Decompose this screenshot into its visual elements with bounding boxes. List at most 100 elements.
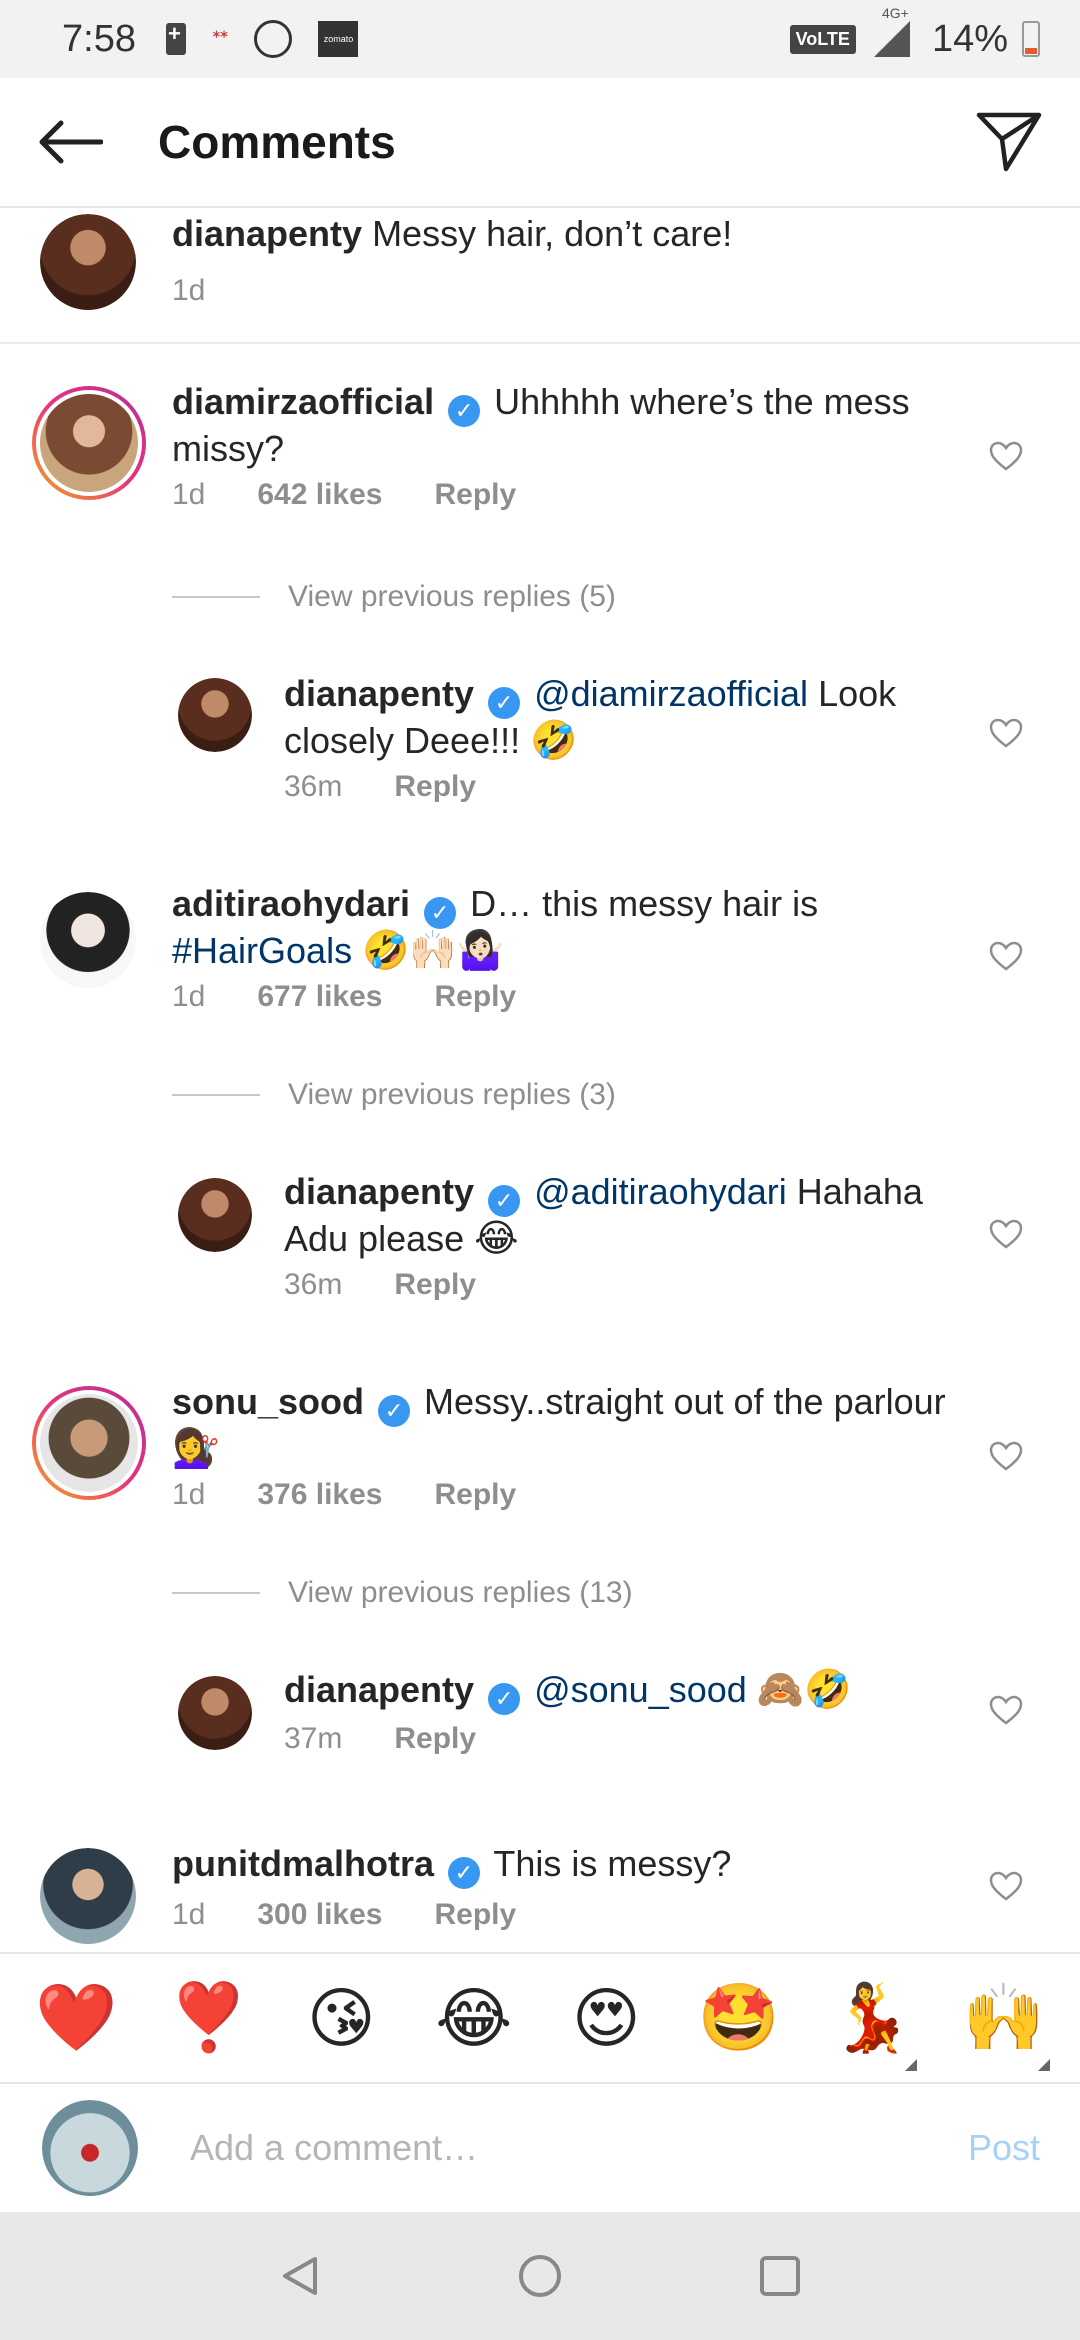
comment-composer: Post [0, 2082, 1080, 2212]
quick-reactions-bar: ❤️ ❣️ 😘 😂 😍 🤩 💃 🙌 [0, 1952, 1080, 2082]
reaction-heart-exclamation[interactable]: ❣️ [159, 1979, 259, 2057]
like-button[interactable] [986, 936, 1026, 976]
reply-mention[interactable]: @aditiraohydari [534, 1171, 787, 1212]
back-button[interactable] [20, 92, 120, 192]
comment-meta: 1d 300 likes Reply [172, 1898, 516, 1932]
comment-likes[interactable]: 300 likes [257, 1898, 382, 1932]
reply-text: dianapenty ✓ @sonu_sood 🙈🤣 [284, 1668, 964, 1715]
avatar[interactable] [178, 678, 252, 752]
page-title: Comments [158, 116, 396, 168]
comment-body: D… this messy hair is [470, 883, 819, 924]
avatar-story[interactable] [32, 1386, 146, 1500]
reaction-heart[interactable]: ❤️ [26, 1979, 126, 2057]
reply-button[interactable]: Reply [394, 770, 476, 804]
nav-back-button[interactable] [270, 2246, 330, 2306]
caption-divider [0, 342, 1080, 344]
reply-mention[interactable]: @sonu_sood [534, 1669, 747, 1710]
like-button[interactable] [986, 1690, 1026, 1730]
reply-button[interactable]: Reply [435, 1898, 517, 1932]
reaction-raised-hands[interactable]: 🙌 [954, 1979, 1054, 2071]
heart-outline-icon [989, 1695, 1023, 1725]
reaction-star-struck[interactable]: 🤩 [689, 1979, 789, 2057]
comment-meta: 1d 642 likes Reply [172, 478, 516, 512]
comment-emoji: 🤣🙌🏻🤷🏻‍♀️ [362, 930, 505, 972]
reply-button[interactable]: Reply [435, 1478, 517, 1512]
avatar[interactable] [40, 892, 136, 988]
nav-recents-button[interactable] [750, 2246, 810, 2306]
reply-button[interactable]: Reply [435, 478, 517, 512]
reply-button[interactable]: Reply [394, 1268, 476, 1302]
avatar-story[interactable] [32, 386, 146, 500]
view-previous-replies[interactable]: View previous replies (3) [172, 1078, 616, 1112]
like-button[interactable] [986, 1436, 1026, 1476]
heart-outline-icon [989, 1219, 1023, 1249]
comment-meta: 1d [172, 274, 205, 308]
reply-meta: 37m Reply [284, 1722, 476, 1756]
comment-meta: 1d 376 likes Reply [172, 1478, 516, 1512]
reply-username[interactable]: dianapenty [284, 673, 474, 714]
comment-likes[interactable]: 642 likes [257, 478, 382, 512]
reply-button[interactable]: Reply [435, 980, 517, 1014]
reply-mention[interactable]: @diamirzaofficial [534, 673, 808, 714]
post-button[interactable]: Post [968, 2127, 1040, 2169]
status-time: 7:58 [62, 17, 136, 60]
like-button[interactable] [986, 1866, 1026, 1906]
comment-username[interactable]: sonu_sood [172, 1381, 364, 1422]
reply-time: 37m [284, 1722, 343, 1755]
reaction-heart-eyes[interactable]: 😍 [556, 1980, 656, 2057]
like-button[interactable] [986, 713, 1026, 753]
comment-text: punitdmalhotra ✓ This is messy? [172, 1842, 952, 1889]
replies-line [172, 1094, 260, 1096]
comment-hashtag[interactable]: #HairGoals [172, 930, 352, 971]
heart-outline-icon [989, 441, 1023, 471]
comment-input[interactable] [190, 2127, 890, 2169]
comment-time: 1d [172, 274, 206, 307]
comment-meta: 1d 677 likes Reply [172, 980, 516, 1014]
reaction-laugh[interactable]: 😂 [424, 1980, 524, 2057]
comment-likes[interactable]: 677 likes [257, 980, 382, 1014]
verified-badge-icon: ✓ [424, 897, 457, 929]
view-replies-label: View previous replies (13) [288, 1576, 633, 1609]
back-arrow-icon [39, 120, 103, 164]
replies-line [172, 1592, 260, 1594]
comment-text: aditiraohydari ✓ D… this messy hair is #… [172, 882, 952, 973]
reaction-dancer[interactable]: 💃 [821, 1979, 921, 2071]
comment-username[interactable]: diamirzaofficial [172, 381, 434, 422]
reply-username[interactable]: dianapenty [284, 1171, 474, 1212]
verified-badge-icon: ✓ [488, 687, 521, 719]
nav-home-button[interactable] [510, 2246, 570, 2306]
reply-username[interactable]: dianapenty [284, 1669, 474, 1710]
heart-outline-icon [989, 1871, 1023, 1901]
circle-home-icon [519, 2255, 561, 2297]
avatar[interactable] [40, 1848, 136, 1944]
comment-username[interactable]: punitdmalhotra [172, 1843, 434, 1884]
comment-username[interactable]: dianapenty [172, 213, 362, 254]
heart-outline-icon [989, 718, 1023, 748]
reply-emoji: 🤣 [530, 720, 578, 762]
reaction-kiss[interactable]: 😘 [291, 1980, 391, 2057]
comment-body: Messy..straight out of the parlour [424, 1381, 946, 1422]
view-previous-replies[interactable]: View previous replies (5) [172, 580, 616, 614]
comment-time: 1d [172, 1898, 206, 1931]
like-button[interactable] [986, 436, 1026, 476]
avatar[interactable] [178, 1178, 252, 1252]
like-button[interactable] [986, 1214, 1026, 1254]
avatar[interactable] [40, 214, 136, 310]
share-button[interactable] [964, 97, 1054, 187]
reply-button[interactable]: Reply [394, 1722, 476, 1756]
avatar[interactable] [178, 1676, 252, 1750]
comment-likes[interactable]: 376 likes [257, 1478, 382, 1512]
comment-body: Messy hair, don’t care! [372, 213, 733, 254]
comment-text: diamirzaofficial ✓ Uhhhhh where’s the me… [172, 380, 952, 471]
send-icon [976, 112, 1042, 172]
reply-text: dianapenty ✓ @aditiraohydari Hahaha Adu … [284, 1170, 964, 1261]
network-type: 4G+ [881, 5, 909, 21]
comment-username[interactable]: aditiraohydari [172, 883, 410, 924]
view-previous-replies[interactable]: View previous replies (13) [172, 1576, 633, 1610]
view-replies-label: View previous replies (5) [288, 580, 616, 613]
volte-badge: VoLTE [789, 24, 856, 54]
reply-emoji: 😂 [474, 1218, 519, 1260]
battery-percent: 14% [931, 17, 1008, 60]
app-notification-icon: ᕯ [211, 27, 229, 50]
verified-badge-icon: ✓ [488, 1185, 521, 1217]
